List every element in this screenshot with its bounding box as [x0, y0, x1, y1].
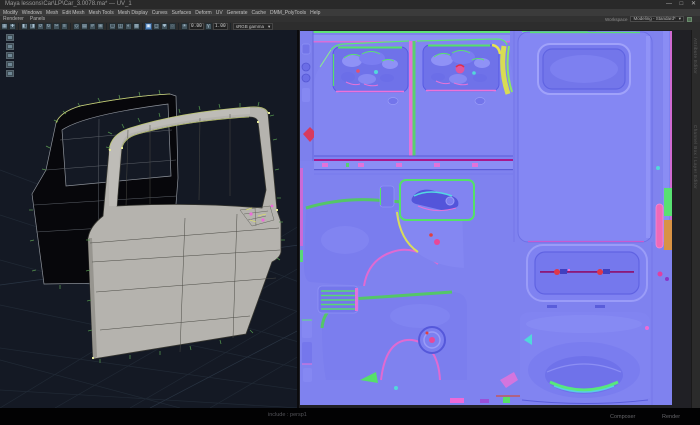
pixel-snap-icon[interactable]: ⊞	[97, 23, 104, 30]
distortion-display-icon[interactable]: ◐	[125, 23, 132, 30]
exposure-field[interactable]: 0.00	[189, 23, 204, 30]
title-bar: Maya lessons\Car\LP\Car_3.0078.ma* — UV_…	[0, 0, 700, 9]
uv-toolbar-row: ▦ ✚ ◧ ◨ ↺ ↻ ✂ ≡ ◇ ▤ # ⊞ ▢ ◫ ◐ ▩ ▣ ◻ ✱ ◌ …	[0, 22, 700, 30]
menu-deform[interactable]: Deform	[195, 10, 211, 16]
dock-strip: Attribute Editor Channel Box / Layer Edi…	[691, 30, 700, 408]
maya-uv-editor-window: Maya lessons\Car\LP\Car_3.0078.ma* — UV_…	[0, 0, 700, 425]
workspace-value: Modeling - Standard*	[633, 17, 675, 22]
workspace-settings-icon[interactable]	[687, 17, 692, 22]
window-controls: — □ ✕	[660, 0, 696, 9]
menu-windows[interactable]: Windows	[22, 10, 42, 16]
toolbar-separator	[178, 23, 179, 30]
toolbar-separator	[70, 23, 71, 30]
menu-mesh-tools[interactable]: Mesh Tools	[89, 10, 114, 16]
uv-shell-hood[interactable]	[520, 312, 650, 405]
uv-shell-windshield[interactable]	[527, 245, 647, 308]
unfold-uv-icon[interactable]: ◇	[73, 23, 80, 30]
quick-layout-persp-outliner-icon[interactable]	[6, 61, 14, 68]
image-display-icon[interactable]: ▣	[145, 23, 152, 30]
gamma-field[interactable]: 1.00	[213, 23, 228, 30]
normal-map-texture[interactable]	[300, 31, 672, 405]
toolbar-separator	[106, 23, 107, 30]
menu-bar: Modify Windows Mesh Edit Mesh Mesh Tools…	[0, 9, 700, 16]
menu-edit-mesh[interactable]: Edit Mesh	[62, 10, 84, 16]
quick-layout-single-pane-icon[interactable]	[6, 34, 14, 41]
toolbar-separator	[230, 23, 231, 30]
workspace-label: Workspace	[605, 17, 627, 22]
cut-uv-edges-icon[interactable]: ✂	[53, 23, 60, 30]
menu-mesh[interactable]: Mesh	[46, 10, 58, 16]
sew-uv-edges-icon[interactable]: ≡	[61, 23, 68, 30]
menu-mesh-display[interactable]: Mesh Display	[118, 10, 148, 16]
tab-attribute-editor[interactable]: Attribute Editor	[693, 38, 698, 74]
menu-surfaces[interactable]: Surfaces	[172, 10, 192, 16]
uv-shell-door-inner-panels[interactable]	[314, 39, 513, 156]
isolate-select-icon[interactable]: ◌	[169, 23, 176, 30]
menu-help[interactable]: Help	[310, 10, 320, 16]
menu-modify[interactable]: Modify	[3, 10, 18, 16]
view-transform-value: sRGB gamma	[236, 24, 264, 29]
uv-toolbar: ▦ ✚ ◧ ◨ ↺ ↻ ✂ ≡ ◇ ▤ # ⊞ ▢ ◫ ◐ ▩ ▣ ◻ ✱ ◌ …	[1, 22, 273, 30]
window-title: Maya lessons\Car\LP\Car_3.0078.ma* — UV_…	[5, 1, 132, 7]
perspective-viewport[interactable]	[0, 30, 299, 408]
uv-editor-canvas[interactable]	[299, 30, 700, 408]
toolbar-separator	[142, 23, 143, 30]
menu-uv[interactable]: UV	[216, 10, 223, 16]
flip-u-icon[interactable]: ◧	[21, 23, 28, 30]
quick-layout-uv-persp-icon[interactable]	[6, 70, 14, 77]
texture-filter-icon[interactable]: ✱	[161, 23, 168, 30]
maximize-button[interactable]: □	[680, 1, 684, 7]
menu-plugin-polytools[interactable]: DMM_PolyTools	[270, 10, 306, 16]
view-transform-dropdown[interactable]: sRGB gamma ▾	[233, 23, 274, 30]
menu-cache[interactable]: Cache	[252, 10, 266, 16]
uv-shell-cab-back-panel[interactable]	[503, 32, 652, 242]
chevron-down-icon: ▾	[679, 17, 681, 22]
status-bar: include : persp1 Composer Render	[0, 408, 700, 425]
viewport-canvas[interactable]	[0, 30, 299, 408]
shell-select-icon[interactable]: ▢	[109, 23, 116, 30]
gamma-icon: γ	[205, 23, 212, 30]
exposure-icon: ☀	[181, 23, 188, 30]
uv-shell-speaker-grille[interactable]	[318, 286, 358, 313]
rotate-ccw-icon[interactable]: ↺	[37, 23, 44, 30]
uv-borders-icon[interactable]: ◫	[117, 23, 124, 30]
quick-layout-four-pane-icon[interactable]	[6, 52, 14, 59]
menu-curves[interactable]: Curves	[152, 10, 168, 16]
uv-shell-rocker-strip[interactable]	[314, 159, 513, 170]
image-range-icon[interactable]: ◻	[153, 23, 160, 30]
checker-map-icon[interactable]: ▩	[133, 23, 140, 30]
uv-texture-view[interactable]	[299, 30, 700, 408]
snap-grid-icon[interactable]: #	[89, 23, 96, 30]
status-composer-label: Composer	[610, 414, 635, 420]
status-camera-label: include : persp1	[268, 412, 307, 418]
lattice-tool-icon[interactable]: ▦	[1, 23, 8, 30]
chevron-down-icon: ▾	[268, 24, 270, 29]
move-uv-tool-icon[interactable]: ✚	[9, 23, 16, 30]
flip-v-icon[interactable]: ◨	[29, 23, 36, 30]
close-button[interactable]: ✕	[691, 1, 696, 7]
toolbar-separator	[18, 23, 19, 30]
menu-generate[interactable]: Generate	[227, 10, 248, 16]
minimize-button[interactable]: —	[666, 1, 672, 7]
quick-layout-toolbar	[6, 34, 16, 79]
layout-uv-icon[interactable]: ▤	[81, 23, 88, 30]
uv-shell-hub-cap[interactable]	[419, 327, 445, 353]
quick-layout-two-pane-icon[interactable]	[6, 43, 14, 50]
tab-channel-box[interactable]: Channel Box / Layer Editor	[693, 125, 698, 189]
status-render-label: Render	[662, 414, 680, 420]
rotate-cw-icon[interactable]: ↻	[45, 23, 52, 30]
